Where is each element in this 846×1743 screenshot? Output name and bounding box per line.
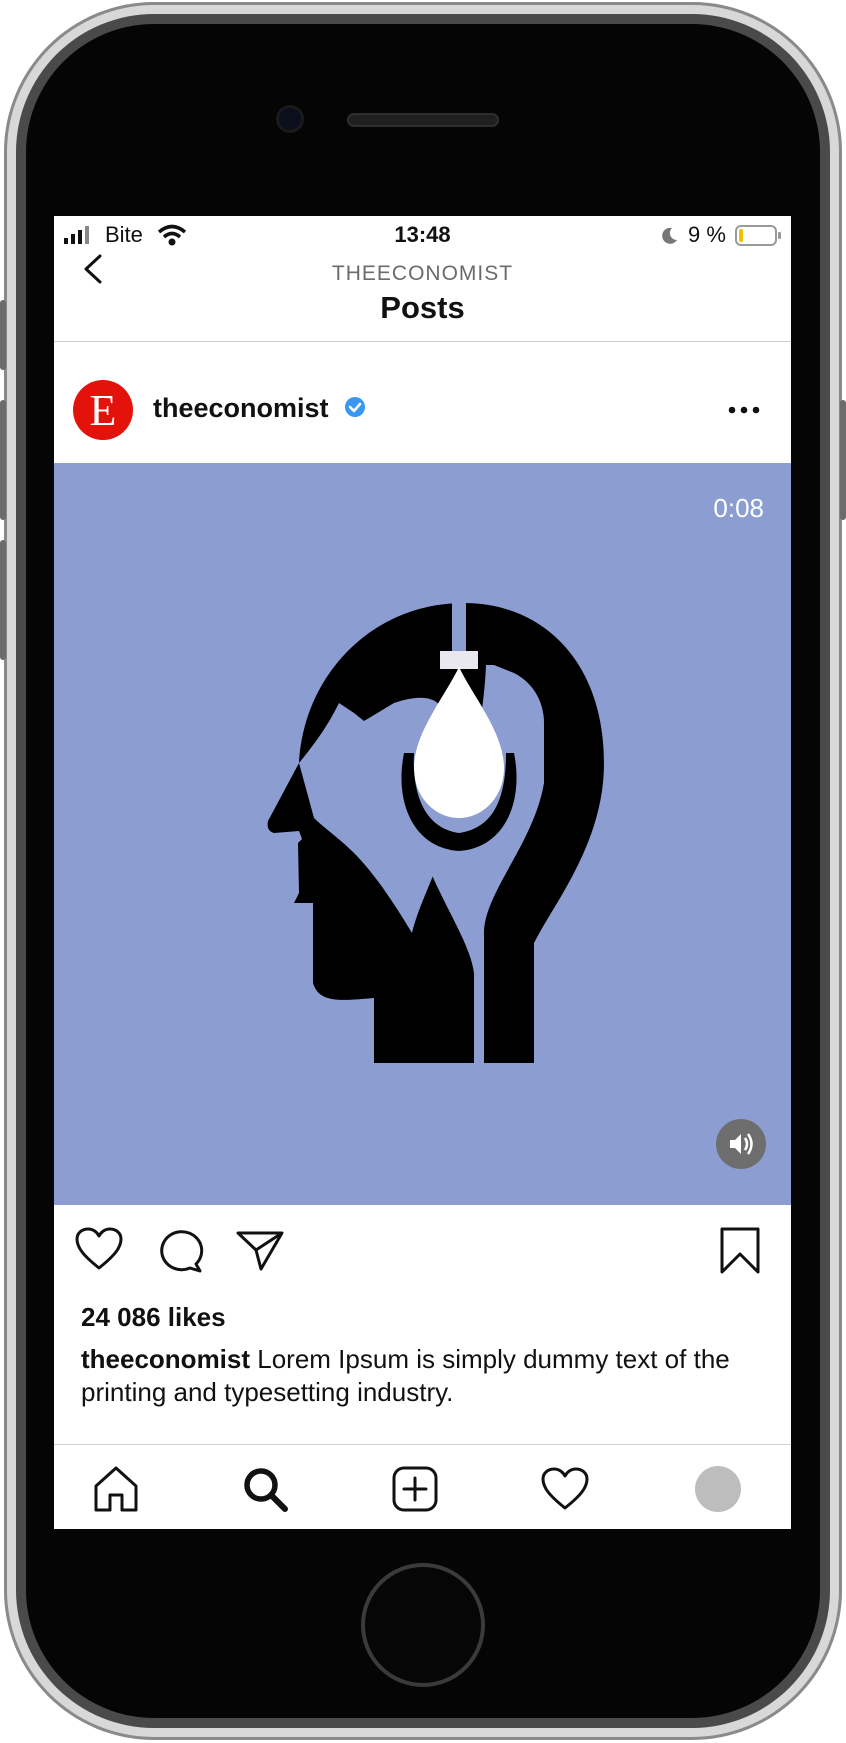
- mute-switch: [0, 300, 6, 370]
- video-time: 0:08: [713, 493, 764, 523]
- tab-bar-divider: [54, 1444, 791, 1445]
- more-options-icon: [728, 406, 760, 414]
- earpiece-speaker: [347, 113, 499, 127]
- sound-toggle-button[interactable]: [716, 1119, 766, 1169]
- save-button[interactable]: [718, 1226, 762, 1281]
- bookmark-icon: [720, 1227, 760, 1274]
- volume-down-button: [0, 540, 6, 660]
- comment-icon: [160, 1230, 204, 1273]
- status-time: 13:48: [394, 222, 451, 247]
- tab-activity[interactable]: [540, 1464, 590, 1519]
- tab-profile[interactable]: [695, 1466, 741, 1512]
- add-post-icon: [392, 1466, 438, 1512]
- post-username[interactable]: theeconomist: [153, 393, 329, 424]
- post-video[interactable]: 0:08: [54, 463, 791, 1205]
- heart-icon: [75, 1227, 123, 1270]
- share-button[interactable]: [235, 1228, 285, 1279]
- nav-divider: [54, 341, 791, 342]
- app-screen: Bite 13:48 9 % THEECONOMIST Posts E thee…: [54, 216, 791, 1529]
- comment-button[interactable]: [156, 1228, 204, 1279]
- page-title: Posts: [380, 290, 465, 325]
- tab-home[interactable]: [91, 1464, 141, 1519]
- moon-icon: [659, 226, 679, 251]
- home-icon: [94, 1466, 138, 1512]
- power-button: [840, 400, 846, 520]
- head-lightbulb-illustration: [267, 603, 604, 1063]
- share-icon: [236, 1231, 284, 1271]
- search-icon: [244, 1468, 288, 1512]
- activity-heart-icon: [541, 1467, 589, 1510]
- battery-icon: [735, 225, 783, 252]
- front-camera: [279, 108, 301, 130]
- likes-count[interactable]: 24 086 likes: [81, 1302, 226, 1333]
- tab-new-post[interactable]: [390, 1464, 440, 1519]
- verified-badge-icon: [344, 396, 366, 423]
- post-avatar[interactable]: E: [73, 380, 133, 440]
- caption-username[interactable]: theeconomist: [81, 1344, 250, 1374]
- home-button[interactable]: [361, 1563, 485, 1687]
- speaker-icon: [730, 1133, 753, 1155]
- like-button[interactable]: [74, 1226, 124, 1277]
- more-options-button[interactable]: [724, 396, 764, 424]
- volume-up-button: [0, 400, 6, 520]
- post-caption: theeconomist Lorem Ipsum is simply dummy…: [81, 1343, 761, 1409]
- tab-search[interactable]: [240, 1464, 290, 1519]
- nav-subtitle: THEECONOMIST: [331, 262, 514, 285]
- battery-percent: 9 %: [688, 222, 726, 247]
